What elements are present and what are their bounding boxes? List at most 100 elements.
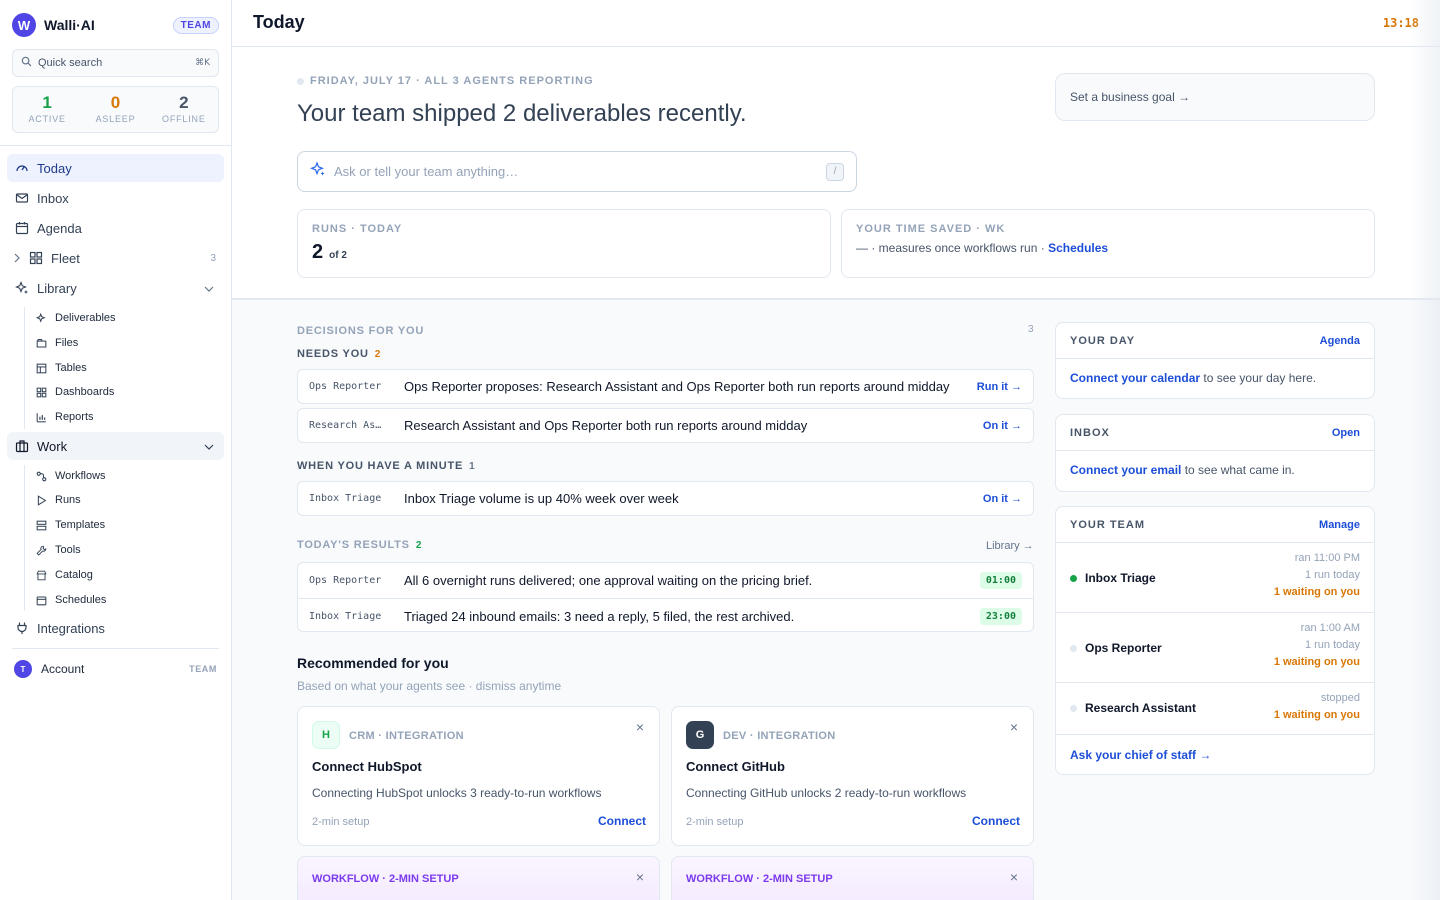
- sidebar: W Walli·AI TEAM Quick search ⌘K 1 ACTIVE…: [0, 0, 232, 900]
- set-goal-button[interactable]: Set a business goal →: [1055, 73, 1375, 121]
- status-offline-label: OFFLINE: [162, 114, 206, 124]
- template-icon: [36, 520, 47, 531]
- nav-today-label: Today: [37, 160, 72, 176]
- result-row[interactable]: Ops Reporter All 6 overnight runs delive…: [298, 563, 1033, 598]
- chief-of-staff-link[interactable]: Ask your chief of staff →: [1056, 735, 1374, 775]
- manage-team-link[interactable]: Manage: [1319, 519, 1360, 531]
- agent-waiting: 1 waiting on you: [1273, 586, 1360, 598]
- result-row[interactable]: Inbox Triage Triaged 24 inbound emails: …: [298, 598, 1033, 633]
- connect-email-link[interactable]: Connect your email: [1070, 463, 1181, 477]
- brand[interactable]: W Walli·AI: [12, 13, 95, 37]
- sidebar-divider: [12, 648, 219, 649]
- run-it-button[interactable]: Run it →: [977, 381, 1022, 393]
- github-icon: G: [686, 721, 714, 749]
- github-kind: DEV · INTEGRATION: [723, 730, 836, 742]
- workflow-card[interactable]: WORKFLOW · 2-MIN SETUP ×: [671, 856, 1034, 900]
- runs-today-value: 2: [312, 241, 324, 263]
- chevron-right-icon[interactable]: [13, 251, 21, 265]
- schedules-link[interactable]: Schedules: [1048, 241, 1108, 255]
- sparkle-icon: [310, 161, 326, 182]
- connect-github-button[interactable]: Connect: [972, 814, 1020, 828]
- on-it-button[interactable]: On it →: [983, 493, 1022, 505]
- nav-dashboards[interactable]: Dashboards: [36, 382, 114, 402]
- nav-templates-label: Templates: [55, 519, 106, 531]
- nav-inbox[interactable]: Inbox: [7, 184, 224, 212]
- decision-row[interactable]: Research As… Research Assistant and Ops …: [297, 408, 1034, 443]
- status-active-count: 1: [42, 93, 52, 112]
- store-icon: [36, 570, 47, 581]
- workflow-card[interactable]: WORKFLOW · 2-MIN SETUP ×: [297, 856, 660, 900]
- nav-files[interactable]: Files: [36, 333, 78, 353]
- close-icon[interactable]: ×: [1010, 869, 1018, 885]
- nav-reports[interactable]: Reports: [36, 407, 94, 427]
- status-active[interactable]: 1 ACTIVE: [13, 87, 81, 132]
- ask-input[interactable]: Ask or tell your team anything… /: [297, 151, 857, 192]
- runs-today-card[interactable]: RUNS · TODAY 2 of 2: [297, 209, 831, 278]
- nav-schedules[interactable]: Schedules: [36, 590, 106, 610]
- inbox-title: INBOX: [1070, 426, 1110, 439]
- status-asleep[interactable]: 0 ASLEEP: [81, 87, 149, 132]
- nav-deliverables[interactable]: Deliverables: [36, 308, 116, 328]
- close-icon[interactable]: ×: [1010, 719, 1018, 735]
- team-agent-row[interactable]: Inbox Triage ran 11:00 PM 1 run today 1 …: [1056, 543, 1374, 613]
- clock: 13:18: [1382, 16, 1419, 30]
- decision-row[interactable]: Ops Reporter Ops Reporter proposes: Rese…: [297, 369, 1034, 404]
- team-agent-row[interactable]: Ops Reporter ran 1:00 AM 1 run today 1 w…: [1056, 613, 1374, 683]
- topbar: Today 13:18: [232, 0, 1440, 47]
- nav-work[interactable]: Work: [7, 432, 224, 460]
- team-agent-row[interactable]: Research Assistant stopped 1 waiting on …: [1056, 683, 1374, 735]
- hubspot-card: H CRM · INTEGRATION × Connect HubSpot Co…: [297, 706, 660, 846]
- grid-icon: [29, 251, 43, 265]
- result-time: 23:00: [979, 607, 1022, 625]
- nav-agenda[interactable]: Agenda: [7, 214, 224, 242]
- connect-calendar-link[interactable]: Connect your calendar: [1070, 371, 1200, 385]
- sidebar-divider: [0, 145, 231, 146]
- library-link[interactable]: Library →: [986, 540, 1034, 552]
- nav-workflows[interactable]: Workflows: [36, 466, 106, 486]
- nav-catalog[interactable]: Catalog: [36, 565, 93, 585]
- hubspot-kind: CRM · INTEGRATION: [349, 730, 464, 742]
- nav-tools[interactable]: Tools: [36, 540, 81, 560]
- mail-icon: [15, 191, 29, 205]
- when-minute-heading: WHEN YOU HAVE A MINUTE 1: [297, 460, 475, 472]
- agent-name: Inbox Triage: [1085, 571, 1156, 585]
- decision-row[interactable]: Inbox Triage Inbox Triage volume is up 4…: [297, 481, 1034, 516]
- results-list: Ops Reporter All 6 overnight runs delive…: [297, 562, 1034, 632]
- nav-today[interactable]: Today: [7, 154, 224, 182]
- agent-waiting: 1 waiting on you: [1273, 656, 1360, 668]
- nav-tables[interactable]: Tables: [36, 358, 87, 378]
- open-inbox-link[interactable]: Open: [1332, 427, 1360, 439]
- nav-deliverables-label: Deliverables: [55, 312, 116, 324]
- decision-agent: Research As…: [309, 420, 382, 431]
- brand-logo: W: [12, 13, 36, 37]
- account-menu[interactable]: T Account TEAM: [14, 660, 217, 678]
- connect-hubspot-button[interactable]: Connect: [598, 814, 646, 828]
- needs-you-heading: NEEDS YOU 2: [297, 348, 381, 360]
- on-it-button[interactable]: On it →: [983, 420, 1022, 432]
- status-dot-icon: [297, 77, 304, 85]
- inbox-card: INBOX Open Connect your email to see wha…: [1055, 414, 1375, 492]
- decision-agent: Ops Reporter: [309, 381, 382, 392]
- status-offline[interactable]: 2 OFFLINE: [150, 87, 218, 132]
- nav-integrations[interactable]: Integrations: [7, 614, 224, 642]
- github-card: G DEV · INTEGRATION × Connect GitHub Con…: [671, 706, 1034, 846]
- chevron-down-icon[interactable]: [204, 439, 214, 454]
- bar-chart-icon: [36, 412, 47, 423]
- nav-runs[interactable]: Runs: [36, 490, 81, 510]
- nav-fleet[interactable]: Fleet 3: [7, 244, 224, 272]
- nav-templates[interactable]: Templates: [36, 515, 105, 535]
- brand-name: Walli·AI: [44, 17, 95, 33]
- nav-agenda-label: Agenda: [37, 220, 82, 236]
- chevron-down-icon[interactable]: [204, 281, 214, 296]
- nav-library[interactable]: Library: [7, 274, 224, 302]
- nav-fleet-count: 3: [210, 252, 216, 264]
- workflow-kind: WORKFLOW · 2-MIN SETUP: [312, 873, 459, 885]
- agenda-link[interactable]: Agenda: [1320, 335, 1360, 347]
- quick-search[interactable]: Quick search ⌘K: [12, 49, 219, 77]
- sparkle-icon: [15, 281, 29, 295]
- result-text: Triaged 24 inbound emails: 3 need a repl…: [404, 608, 795, 624]
- close-icon[interactable]: ×: [636, 719, 644, 735]
- close-icon[interactable]: ×: [636, 869, 644, 885]
- library-rail: [24, 307, 25, 429]
- result-text: All 6 overnight runs delivered; one appr…: [404, 573, 813, 588]
